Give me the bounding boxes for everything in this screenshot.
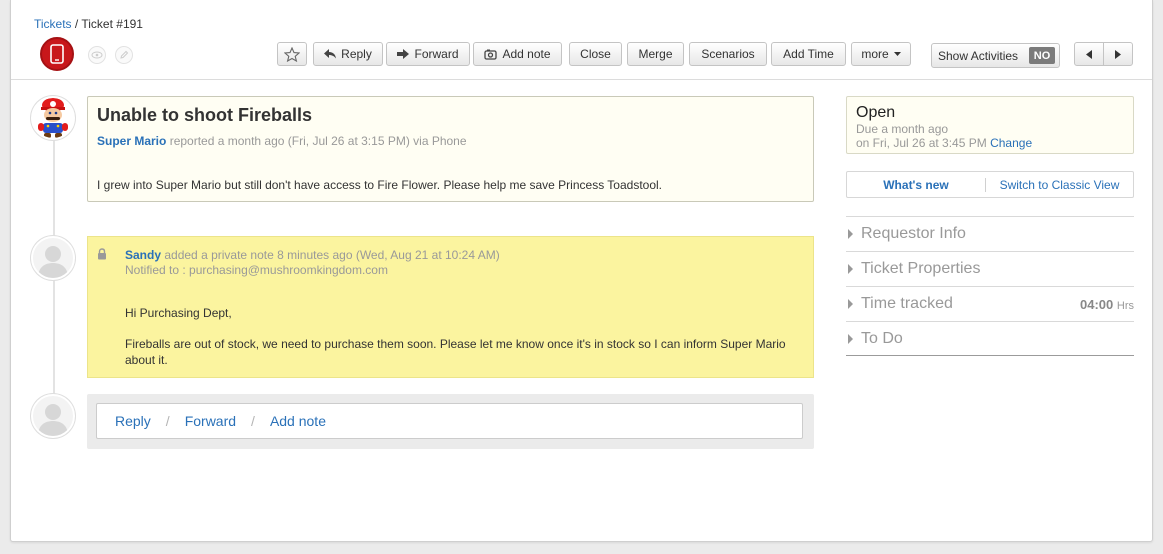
time-tracked-total: 04:00 Hrs xyxy=(1080,297,1134,312)
reply-actions-box: Reply / Forward / Add note xyxy=(87,394,814,449)
expand-triangle-icon xyxy=(848,264,853,274)
eye-icon[interactable] xyxy=(88,46,106,64)
reply-arrow-icon xyxy=(324,49,337,59)
requester-name-link[interactable]: Super Mario xyxy=(97,134,166,148)
ticket-header: Tickets / Ticket #191 Reply Forward Add … xyxy=(11,0,1152,80)
agent-avatar xyxy=(31,236,75,280)
previous-ticket-button[interactable] xyxy=(1074,42,1104,66)
ticket-due-date: on Fri, Jul 26 at 3:45 PM Change xyxy=(856,136,1032,150)
phone-source-icon xyxy=(40,37,74,71)
whats-new-link[interactable]: What's new xyxy=(847,178,985,192)
reply-separator: / xyxy=(251,413,255,429)
view-switcher: What's new Switch to Classic View xyxy=(846,171,1134,198)
ticket-status-box: Open Due a month ago on Fri, Jul 26 at 3… xyxy=(846,96,1134,154)
next-ticket-button[interactable] xyxy=(1103,42,1133,66)
add-note-link[interactable]: Add note xyxy=(270,413,326,429)
current-user-avatar xyxy=(31,394,75,438)
chevron-left-icon xyxy=(1086,49,1092,59)
merge-button[interactable]: Merge xyxy=(627,42,684,66)
forward-button[interactable]: Forward xyxy=(386,42,470,66)
classic-view-link[interactable]: Switch to Classic View xyxy=(986,178,1133,192)
note-author-link[interactable]: Sandy xyxy=(125,248,161,262)
breadcrumb-current: Ticket #191 xyxy=(81,17,143,31)
ticket-properties-section[interactable]: Ticket Properties xyxy=(846,251,1134,286)
add-note-icon xyxy=(484,49,498,60)
time-tracked-value: 04:00 xyxy=(1080,296,1114,312)
forward-arrow-icon xyxy=(397,49,410,59)
due-date-text: on Fri, Jul 26 at 3:45 PM xyxy=(856,136,987,150)
show-activities-toggle[interactable]: Show Activities NO xyxy=(931,43,1060,68)
star-button[interactable] xyxy=(277,42,307,66)
requestor-info-label: Requestor Info xyxy=(861,225,966,242)
add-time-button[interactable]: Add Time xyxy=(771,42,846,66)
more-button-label: more xyxy=(861,47,889,61)
forward-link[interactable]: Forward xyxy=(185,413,236,429)
ticket-reported-meta: Super Mario reported a month ago (Fri, J… xyxy=(97,134,467,148)
requestor-info-section[interactable]: Requestor Info xyxy=(846,216,1134,251)
breadcrumb-separator: / xyxy=(74,17,79,31)
caret-down-icon xyxy=(893,52,901,56)
time-tracked-label: Time tracked xyxy=(861,295,953,312)
close-button-label: Close xyxy=(580,47,611,61)
default-user-avatar-icon xyxy=(38,404,68,436)
scenarios-button-label: Scenarios xyxy=(701,47,755,61)
ticket-status: Open xyxy=(856,104,896,121)
change-due-link[interactable]: Change xyxy=(990,136,1032,150)
mario-avatar-icon xyxy=(38,98,68,138)
forward-button-label: Forward xyxy=(414,47,459,61)
note-message: Fireballs are out of stock, we need to p… xyxy=(125,337,786,367)
show-activities-state[interactable]: NO xyxy=(1029,47,1055,64)
reply-actions-bar: Reply / Forward / Add note xyxy=(96,403,803,439)
reply-separator: / xyxy=(165,413,170,429)
reply-button-label: Reply xyxy=(341,47,372,61)
add-note-button[interactable]: Add note xyxy=(473,42,562,66)
close-button[interactable]: Close xyxy=(569,42,622,66)
more-dropdown-button[interactable]: more xyxy=(851,42,911,66)
lock-icon xyxy=(97,248,107,263)
ticket-due: Due a month ago xyxy=(856,122,949,136)
chevron-right-icon xyxy=(1115,49,1121,59)
reported-meta-text: reported a month ago (Fri, Jul 26 at 3:1… xyxy=(169,134,467,148)
add-note-button-label: Add note xyxy=(502,47,551,61)
ticket-description-body: I grew into Super Mario but still don't … xyxy=(97,178,663,192)
star-icon xyxy=(284,46,300,62)
breadcrumb-tickets-link[interactable]: Tickets xyxy=(34,17,72,31)
expand-triangle-icon xyxy=(848,299,853,309)
expand-triangle-icon xyxy=(848,334,853,344)
ticket-properties-label: Ticket Properties xyxy=(861,260,981,277)
add-time-button-label: Add Time xyxy=(783,47,834,61)
reply-button[interactable]: Reply xyxy=(313,42,383,66)
show-activities-label: Show Activities xyxy=(938,48,1019,63)
expand-triangle-icon xyxy=(848,229,853,239)
note-meta: Sandy added a private note 8 minutes ago… xyxy=(125,248,500,262)
merge-button-label: Merge xyxy=(638,47,673,61)
time-tracked-section[interactable]: Time tracked 04:00 Hrs xyxy=(846,286,1134,321)
note-notified-to: Notified to : purchasing@mushroomkingdom… xyxy=(125,263,388,277)
scenarios-button[interactable]: Scenarios xyxy=(689,42,767,66)
private-note-card: Sandy added a private note 8 minutes ago… xyxy=(87,236,814,378)
ticket-title: Unable to shoot Fireballs xyxy=(97,105,313,125)
ticket-page: Tickets / Ticket #191 Reply Forward Add … xyxy=(10,0,1153,542)
note-greeting: Hi Purchasing Dept, xyxy=(125,306,232,320)
default-user-avatar-icon xyxy=(38,246,68,278)
sidebar-bottom-divider xyxy=(846,355,1134,356)
ticket-description-card: Unable to shoot Fireballs Super Mario re… xyxy=(87,96,814,202)
todo-label: To Do xyxy=(861,330,903,347)
requester-avatar xyxy=(31,96,75,140)
todo-section[interactable]: To Do xyxy=(846,321,1134,356)
edit-pencil-icon[interactable] xyxy=(115,46,133,64)
breadcrumb: Tickets / Ticket #191 xyxy=(34,17,143,31)
note-meta-text: added a private note 8 minutes ago (Wed,… xyxy=(164,248,500,262)
time-tracked-unit: Hrs xyxy=(1116,299,1134,312)
reply-link[interactable]: Reply xyxy=(115,413,151,429)
